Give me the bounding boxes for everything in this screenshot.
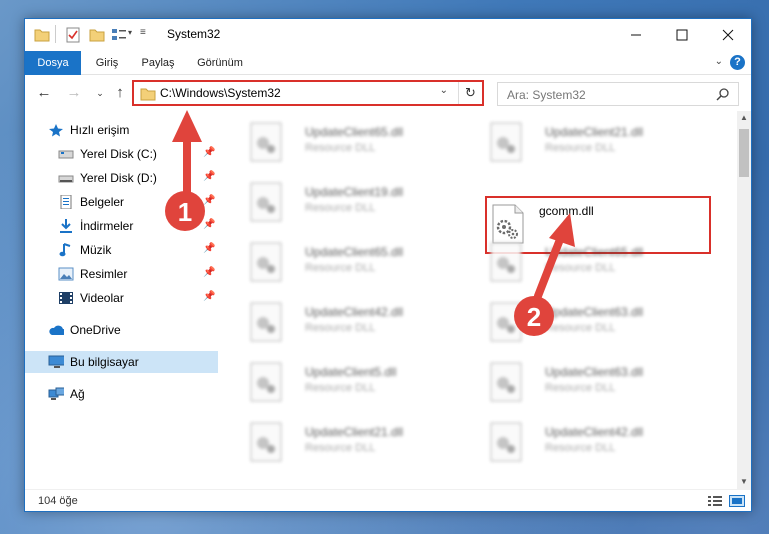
sidebar-item-videos[interactable]: Videolar 📌 [25,287,218,309]
title-bar: ▾ ≡ System32 [25,19,751,51]
up-button[interactable]: ↑ [111,84,129,101]
music-icon [59,243,71,257]
details-view-icon[interactable] [707,495,723,507]
address-path[interactable]: C:\Windows\System32 [160,86,281,100]
drive-icon [58,175,74,183]
chevron-down-icon[interactable]: ⌄ [440,85,448,96]
customize-toolbar-icon[interactable]: ≡ [140,27,146,38]
documents-icon [60,195,72,209]
back-button[interactable]: ← [35,84,53,101]
file-list: UpdateClient65.dll Resource DLL UpdateCl… [221,111,737,489]
folder-icon [140,88,156,101]
file-item[interactable]: UpdateClient5.dll Resource DLL [249,355,479,411]
videos-icon [59,292,73,304]
dll-file-icon [250,302,282,342]
sidebar-item-local-disk-d[interactable]: Yerel Disk (D:) 📌 [25,167,218,189]
sidebar-item-network[interactable]: Ağ [25,383,218,405]
star-icon [49,124,63,137]
pin-icon[interactable]: 📌 [203,147,215,158]
maximize-button[interactable] [659,19,705,51]
tab-file[interactable]: Dosya [25,51,81,75]
dll-file-icon [490,302,522,342]
dll-file-icon [250,182,282,222]
sidebar-item-quick-access[interactable]: Hızlı erişim [25,119,218,141]
file-explorer-window: ▾ ≡ System32 Dosya Giriş Paylaş Görünüm … [24,18,752,512]
dll-file-icon [490,242,522,282]
scroll-up-icon[interactable]: ▲ [737,111,751,125]
separator [55,25,56,43]
file-item[interactable]: UpdateClient19.dll Resource DLL [249,175,479,231]
dll-file-icon [490,122,522,162]
window-title: System32 [167,27,221,41]
network-icon [48,387,64,400]
dll-file-icon [490,422,522,462]
sidebar-item-onedrive[interactable]: OneDrive [25,319,218,341]
pin-icon[interactable]: 📌 [203,219,215,230]
close-button[interactable] [705,19,751,51]
sidebar-item-this-pc[interactable]: Bu bilgisayar [25,351,218,373]
file-item[interactable]: UpdateClient42.dll Resource DLL [249,295,479,351]
tab-share[interactable]: Paylaş [133,51,183,75]
dll-file-icon [250,362,282,402]
file-item[interactable]: UpdateClient65.dll Resource DLL [489,235,719,291]
forward-button[interactable]: → [65,84,83,101]
sidebar-item-downloads[interactable]: İndirmeler 📌 [25,215,218,237]
dll-file-icon [250,122,282,162]
folder-icon [34,29,50,42]
navigation-pane: Hızlı erişim Yerel Disk (C:) 📌 Yerel Dis… [25,111,220,489]
sidebar-item-local-disk-c[interactable]: Yerel Disk (C:) 📌 [25,143,218,165]
computer-icon [48,355,64,368]
tab-view[interactable]: Görünüm [191,51,249,75]
file-item[interactable]: UpdateClient65.dll Resource DLL [249,115,479,171]
file-item[interactable]: UpdateClient21.dll Resource DLL [249,415,479,471]
maximize-icon [676,29,688,41]
drive-icon [58,150,74,159]
help-icon[interactable]: ? [730,55,745,70]
close-icon [722,29,734,41]
pictures-icon [58,267,74,281]
search-icon[interactable] [716,87,730,101]
item-count: 104 öğe [38,495,78,507]
address-row: ← → ⌄ ↑ C:\Windows\System32 ⌄ ↻ Ara: Sys… [25,76,751,110]
pin-icon[interactable]: 📌 [203,267,215,278]
recent-locations-icon[interactable]: ⌄ [91,88,109,99]
properties-icon[interactable] [65,27,81,43]
scroll-thumb[interactable] [739,129,749,177]
tab-home[interactable]: Giriş [87,51,127,75]
file-item[interactable]: UpdateClient21.dll Resource DLL [489,115,719,171]
search-input[interactable]: Ara: System32 [497,82,739,106]
file-item[interactable]: UpdateClient63.dll Resource DLL [489,295,719,351]
dll-file-icon [250,242,282,282]
minimize-icon [631,34,641,36]
dll-file-icon [490,362,522,402]
refresh-button[interactable]: ↻ [458,82,482,104]
new-folder-icon[interactable] [89,27,105,43]
status-bar: 104 öğe [25,489,751,511]
pin-icon[interactable]: 📌 [203,243,215,254]
scroll-down-icon[interactable]: ▼ [737,475,751,489]
ribbon-tabs: Dosya Giriş Paylaş Görünüm ⌄ ? [25,51,751,75]
vertical-scrollbar[interactable]: ▲ ▼ [737,111,751,489]
download-icon [60,219,72,233]
chevron-down-icon[interactable]: ▾ [128,28,132,37]
sidebar-item-music[interactable]: Müzik 📌 [25,239,218,261]
file-item[interactable]: UpdateClient65.dll Resource DLL [249,235,479,291]
sidebar-item-pictures[interactable]: Resimler 📌 [25,263,218,285]
pin-icon[interactable]: 📌 [203,171,215,182]
cloud-icon [49,325,64,335]
search-placeholder: Ara: System32 [507,88,586,102]
dll-file-icon [250,422,282,462]
pin-icon[interactable]: 📌 [203,291,215,302]
file-item[interactable]: UpdateClient42.dll Resource DLL [489,415,719,471]
sidebar-item-documents[interactable]: Belgeler 📌 [25,191,218,213]
tiles-view-icon[interactable] [729,495,745,507]
address-bar[interactable]: C:\Windows\System32 ⌄ ↻ [132,80,484,106]
expand-ribbon-icon[interactable]: ⌄ [715,56,723,67]
view-options-icon[interactable] [111,27,127,43]
minimize-button[interactable] [613,19,659,51]
pin-icon[interactable]: 📌 [203,195,215,206]
file-item[interactable]: UpdateClient63.dll Resource DLL [489,355,719,411]
